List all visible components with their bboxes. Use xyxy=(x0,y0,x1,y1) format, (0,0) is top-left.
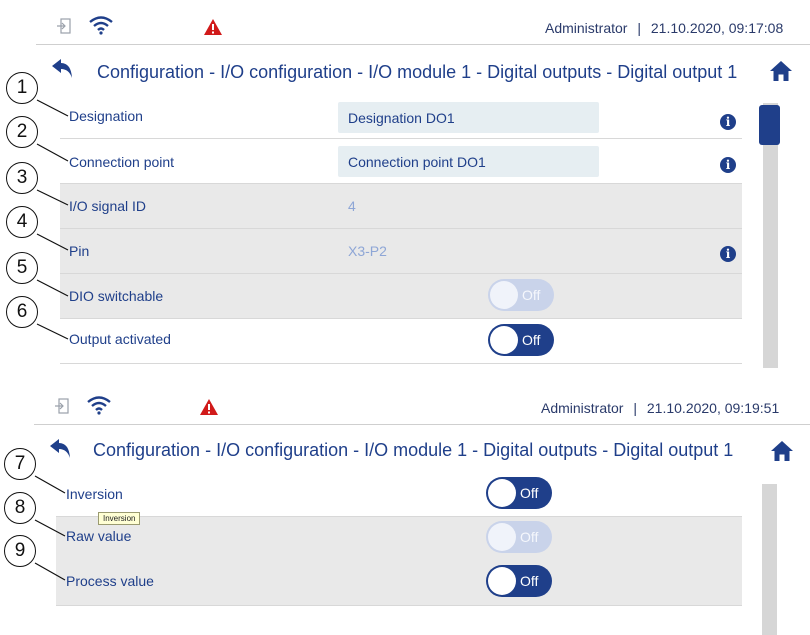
info-icon[interactable] xyxy=(720,246,736,262)
back-icon[interactable] xyxy=(50,56,76,87)
title-bar: Configuration - I/O configuration - I/O … xyxy=(36,44,810,94)
warning-icon[interactable] xyxy=(203,18,223,41)
process-value-toggle[interactable]: Off xyxy=(486,565,552,597)
pin-field: X3-P2 xyxy=(338,235,599,266)
designation-field[interactable]: Designation DO1 xyxy=(338,102,599,133)
raw-value-toggle: Off xyxy=(486,521,552,553)
wifi-icon xyxy=(86,395,112,420)
row-inversion: Inversion xyxy=(56,472,742,517)
screen-1: Administrator | 21.10.2020, 09:17:08 Con… xyxy=(36,6,810,368)
field-value: Designation DO1 xyxy=(348,110,455,126)
callout-1: 1 xyxy=(6,72,38,104)
wifi-icon xyxy=(88,15,114,40)
row-label: Process value xyxy=(66,573,154,589)
warning-icon[interactable] xyxy=(199,398,219,421)
home-icon[interactable] xyxy=(769,60,793,87)
back-icon[interactable] xyxy=(48,436,74,467)
toggle-label: Off xyxy=(520,485,539,501)
toggle-label: Off xyxy=(520,573,539,589)
toggle-knob xyxy=(488,567,516,595)
row-raw-value: Raw value xyxy=(56,517,742,562)
login-icon[interactable] xyxy=(56,18,72,39)
row-label: Raw value xyxy=(66,528,132,544)
page-title: Configuration - I/O configuration - I/O … xyxy=(93,440,734,460)
callout-2: 2 xyxy=(6,116,38,148)
inversion-toggle[interactable]: Off xyxy=(486,477,552,509)
callout-4: 4 xyxy=(6,206,38,238)
status-separator: | xyxy=(637,20,641,36)
user-name: Administrator xyxy=(545,20,628,36)
field-value: Connection point DO1 xyxy=(348,154,486,170)
callout-8: 8 xyxy=(4,492,36,524)
toggle-knob xyxy=(490,326,518,354)
row-label: Output activated xyxy=(69,331,171,347)
info-icon[interactable] xyxy=(720,114,736,130)
row-label: I/O signal ID xyxy=(69,198,147,214)
tooltip: Inversion xyxy=(98,512,141,525)
status-bar: Administrator | 21.10.2020, 09:19:51 xyxy=(34,386,810,425)
io-signal-id-field: 4 xyxy=(338,190,599,221)
callout-3: 3 xyxy=(6,162,38,194)
callout-7: 7 xyxy=(4,448,36,480)
field-value: 4 xyxy=(348,198,356,214)
callout-9: 9 xyxy=(4,535,36,567)
status-bar: Administrator | 21.10.2020, 09:17:08 xyxy=(36,6,810,45)
datetime: 21.10.2020, 09:17:08 xyxy=(650,20,784,36)
page-title: Configuration - I/O configuration - I/O … xyxy=(97,62,738,82)
row-label: Pin xyxy=(69,243,90,259)
toggle-label: Off xyxy=(522,332,541,348)
info-icon[interactable] xyxy=(720,157,736,173)
row-label: DIO switchable xyxy=(69,288,164,304)
row-label: Designation xyxy=(69,108,143,124)
status-separator: | xyxy=(633,400,637,416)
datetime: 21.10.2020, 09:19:51 xyxy=(646,400,780,416)
toggle-knob xyxy=(488,479,516,507)
row-dio-switchable: DIO switchable xyxy=(60,274,742,319)
scrollbar-track[interactable] xyxy=(762,484,777,635)
row-output-activated: Output activated xyxy=(60,319,742,364)
toggle-knob xyxy=(488,523,516,551)
title-bar: Configuration - I/O configuration - I/O … xyxy=(34,424,810,474)
login-icon[interactable] xyxy=(54,398,70,419)
home-icon[interactable] xyxy=(770,440,794,467)
connection-point-field[interactable]: Connection point DO1 xyxy=(338,146,599,177)
scrollbar-thumb[interactable] xyxy=(759,105,780,145)
toggle-knob xyxy=(490,281,518,309)
row-label: Connection point xyxy=(69,154,175,170)
output-activated-toggle[interactable]: Off xyxy=(488,324,554,356)
screen-2: Administrator | 21.10.2020, 09:19:51 Con… xyxy=(34,386,810,635)
callout-6: 6 xyxy=(6,296,38,328)
user-name: Administrator xyxy=(541,400,624,416)
toggle-label: Off xyxy=(522,287,541,303)
toggle-label: Off xyxy=(520,529,539,545)
row-process-value: Process value xyxy=(56,561,742,606)
field-value: X3-P2 xyxy=(348,243,387,259)
row-label: Inversion xyxy=(66,486,123,502)
callout-5: 5 xyxy=(6,252,38,284)
dio-switchable-toggle: Off xyxy=(488,279,554,311)
